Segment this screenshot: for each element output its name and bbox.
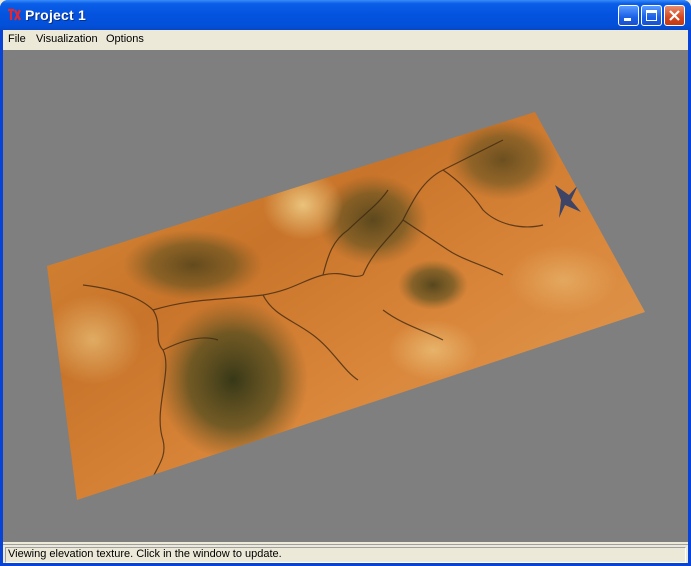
- close-button[interactable]: [664, 5, 685, 26]
- window-title: Project 1: [25, 7, 86, 23]
- menu-visualization[interactable]: Visualization: [36, 33, 98, 45]
- minimize-button[interactable]: [618, 5, 639, 26]
- terrain-render[interactable]: [3, 50, 688, 542]
- menu-options[interactable]: Options: [106, 33, 144, 45]
- title-bar[interactable]: Project 1: [0, 0, 691, 30]
- maximize-button[interactable]: [641, 5, 662, 26]
- minimize-icon: [624, 18, 631, 21]
- app-logo-icon: [8, 8, 21, 21]
- application-window: Project 1 File Visualization Options Vie…: [0, 0, 691, 566]
- close-icon: [669, 10, 680, 21]
- maximize-icon: [646, 10, 657, 21]
- menu-file[interactable]: File: [8, 33, 26, 45]
- render-viewport[interactable]: [3, 50, 688, 542]
- menu-bar: File Visualization Options: [3, 30, 688, 49]
- status-bar: Viewing elevation texture. Click in the …: [3, 544, 688, 563]
- status-text: Viewing elevation texture. Click in the …: [5, 547, 686, 563]
